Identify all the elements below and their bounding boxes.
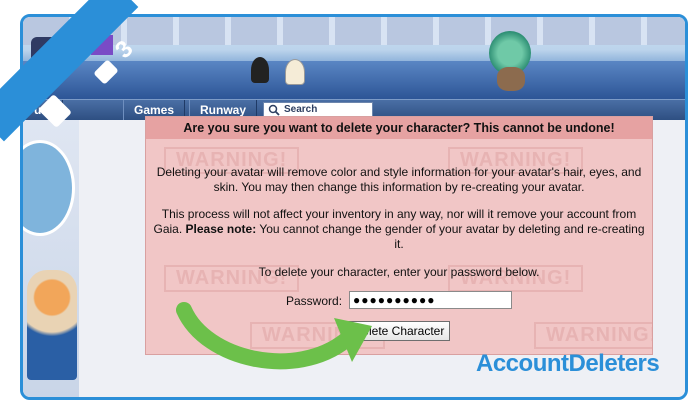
instruction-text: To delete your character, enter your pas…: [258, 265, 540, 279]
brand-logo: AccountDeleters: [476, 350, 660, 378]
pet-sprite-white: [285, 59, 305, 85]
search-icon: [268, 104, 280, 116]
step-number: 3: [110, 35, 139, 64]
note-text-cont: You cannot change the gender of your ava…: [256, 222, 645, 251]
left-character-art: [27, 270, 77, 380]
pet-sprite-black: [251, 57, 269, 83]
info-paragraph-note: This process will not affect your invent…: [152, 207, 646, 252]
tree-sprite-body: [497, 67, 525, 91]
dialog-header: Are you sure you want to delete your cha…: [146, 117, 652, 139]
pointer-arrow-icon: [176, 302, 372, 370]
brand-part2: Deleters: [568, 350, 660, 377]
camera-icon: [93, 59, 119, 85]
step-badge: 3: [0, 0, 160, 160]
search-placeholder: Search: [284, 104, 318, 115]
info-paragraph: Deleting your avatar will remove color a…: [156, 165, 642, 194]
left-decoration: [23, 120, 79, 397]
warning-watermark: WARNING!: [534, 322, 652, 349]
note-label: Please note:: [185, 222, 257, 236]
brand-part1: Account: [476, 350, 569, 377]
